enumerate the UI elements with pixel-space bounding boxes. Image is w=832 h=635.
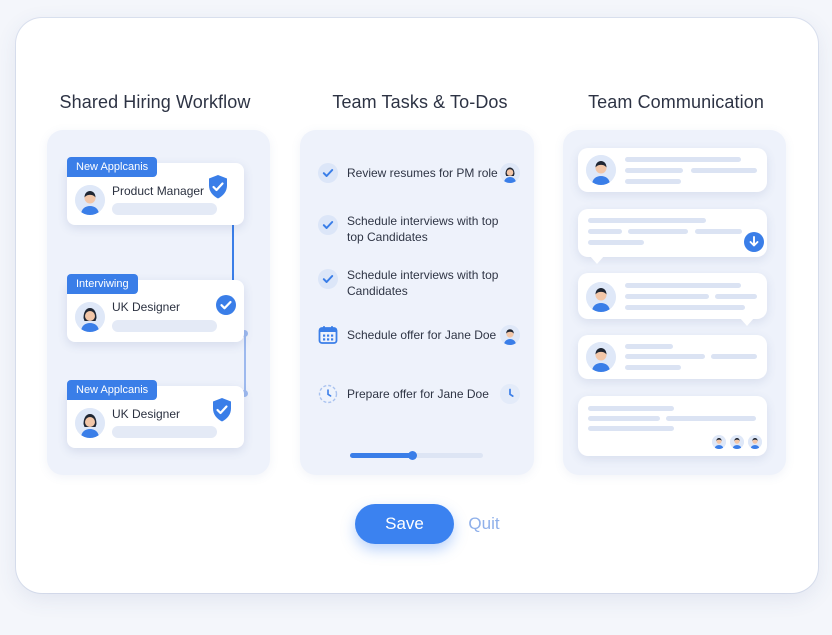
applicant-avatar xyxy=(75,302,105,332)
message-line xyxy=(588,240,644,245)
message-line xyxy=(625,365,681,370)
stage-tag: New Applcanis xyxy=(67,380,158,400)
workflow-connector xyxy=(244,333,246,393)
message-card[interactable] xyxy=(578,148,767,192)
team-communication-title: Team Communication xyxy=(588,92,764,112)
message-card[interactable] xyxy=(578,396,767,456)
message-card[interactable] xyxy=(578,335,767,379)
task-label: Prepare offer for Jane Doe xyxy=(347,387,489,401)
placeholder-bar xyxy=(112,426,217,438)
task-item[interactable]: Review resumes for PM role xyxy=(318,163,523,183)
quit-button[interactable]: Quit xyxy=(462,504,506,544)
message-line xyxy=(625,157,741,162)
check-icon[interactable] xyxy=(318,269,338,289)
task-label: Schedule interviews with top Candidates xyxy=(347,268,499,298)
applicant-avatar xyxy=(75,185,105,215)
sender-avatar xyxy=(586,342,616,372)
shield-check-icon xyxy=(207,174,229,205)
applicant-role: Product Manager xyxy=(112,184,205,198)
message-tail xyxy=(590,256,604,264)
message-tail xyxy=(740,318,754,326)
message-line xyxy=(588,406,674,411)
task-label: Schedule offer for Jane Doe xyxy=(347,328,497,342)
check-icon[interactable] xyxy=(318,163,338,183)
message-line xyxy=(711,354,757,359)
message-line xyxy=(588,416,660,421)
message-line xyxy=(691,168,757,173)
sender-avatar xyxy=(586,155,616,185)
placeholder-bar xyxy=(112,203,217,215)
stage-tag: New Applcanis xyxy=(67,157,158,177)
participant-avatar xyxy=(747,434,763,450)
message-card[interactable] xyxy=(578,209,767,257)
message-line xyxy=(625,344,673,349)
tasks-progress-bar[interactable] xyxy=(350,451,483,460)
message-line xyxy=(625,168,683,173)
message-line xyxy=(625,305,745,310)
message-line xyxy=(625,354,705,359)
progress-fill xyxy=(350,453,413,458)
applicant-role: UK Designer xyxy=(112,300,181,314)
calendar-icon[interactable] xyxy=(318,325,338,345)
stage-tag: Interviwing xyxy=(67,274,138,294)
message-line xyxy=(588,426,674,431)
team-tasks-title: Team Tasks & To-Dos xyxy=(332,92,508,112)
clock-icon[interactable] xyxy=(318,384,338,404)
task-item[interactable]: Schedule interviews with top top Candida… xyxy=(318,213,523,247)
message-line xyxy=(588,218,706,223)
message-line xyxy=(715,294,757,299)
task-item[interactable]: Schedule offer for Jane Doe xyxy=(318,325,523,345)
applicant-avatar xyxy=(75,408,105,438)
check-icon[interactable] xyxy=(318,215,338,235)
message-card[interactable] xyxy=(578,273,767,319)
participant-avatar xyxy=(729,434,745,450)
task-item[interactable]: Schedule interviews with top Candidates xyxy=(318,267,523,301)
progress-knob[interactable] xyxy=(408,451,417,460)
circle-check-icon xyxy=(216,295,236,320)
save-button[interactable]: Save xyxy=(355,504,454,544)
message-line xyxy=(588,229,622,234)
message-line xyxy=(695,229,742,234)
task-label: Review resumes for PM role xyxy=(347,166,498,180)
shield-check-icon xyxy=(211,397,233,428)
applicant-role: UK Designer xyxy=(112,407,181,421)
sender-avatar xyxy=(586,282,616,312)
assignee-avatar xyxy=(500,163,520,183)
placeholder-bar xyxy=(112,320,217,332)
download-icon[interactable] xyxy=(744,232,764,257)
message-line xyxy=(666,416,756,421)
assignee-avatar xyxy=(500,325,520,345)
clock-badge-icon xyxy=(500,384,520,404)
participant-avatar xyxy=(711,434,727,450)
message-line xyxy=(625,179,681,184)
message-line xyxy=(625,294,709,299)
task-label: Schedule interviews with top top Candida… xyxy=(347,214,499,244)
hiring-workflow-title: Shared Hiring Workflow xyxy=(59,92,251,112)
task-item[interactable]: Prepare offer for Jane Doe xyxy=(318,384,523,404)
message-line xyxy=(625,283,741,288)
message-line xyxy=(628,229,688,234)
